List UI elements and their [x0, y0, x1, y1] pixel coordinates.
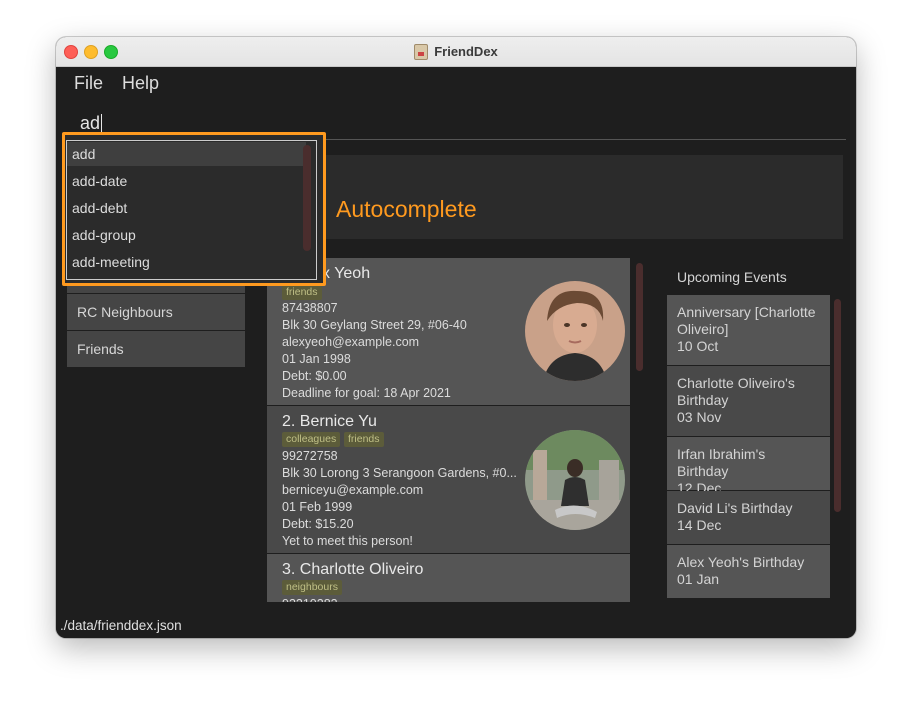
menu-file[interactable]: File	[74, 73, 103, 94]
person-name: 2. Bernice Yu	[282, 413, 377, 430]
autocomplete-item[interactable]: add-meeting	[67, 250, 306, 274]
command-input[interactable]: ad	[80, 113, 103, 134]
person-email: berniceyu@example.com	[282, 483, 424, 497]
result-message: Autocomplete	[336, 196, 477, 222]
person-note: Deadline for goal: 18 Apr 2021	[282, 386, 451, 400]
menu-bar: File Help	[56, 67, 856, 99]
event-name: Anniversary [Charlotte Oliveiro]	[677, 304, 816, 337]
text-caret	[101, 114, 103, 132]
title-bar: FriendDex	[56, 37, 856, 67]
group-item[interactable]: Friends	[67, 331, 245, 367]
event-date: 14 Dec	[677, 517, 722, 533]
person-list-scrollbar[interactable]	[636, 263, 643, 371]
event-item[interactable]: Irfan Ibrahim's Birthday 12 Dec	[667, 437, 830, 496]
person-phone: 99272758	[282, 449, 338, 463]
status-bar: ./data/frienddex.json	[56, 613, 856, 638]
person-birthday: 01 Feb 1999	[282, 500, 353, 514]
autocomplete-item[interactable]: add-debt	[67, 196, 306, 220]
autocomplete-popup: add add-date add-debt add-group add-meet…	[66, 140, 317, 280]
app-window: FriendDex File Help ad Autocomplete RC C…	[56, 37, 856, 638]
events-scrollbar[interactable]	[834, 299, 841, 512]
person-address: Blk 30 Lorong 3 Serangoon Gardens, #0...	[282, 466, 517, 480]
event-item[interactable]: David Li's Birthday 14 Dec	[667, 491, 830, 544]
autocomplete-item[interactable]: add-group	[67, 223, 306, 247]
event-name: Charlotte Oliveiro's Birthday	[677, 375, 795, 408]
event-name: Alex Yeoh's Birthday	[677, 554, 805, 570]
event-item[interactable]: Anniversary [Charlotte Oliveiro] 10 Oct	[667, 295, 830, 365]
person-card[interactable]: 3. Charlotte Oliveiro neighbours 9321028…	[267, 554, 630, 602]
person-address: Blk 30 Geylang Street 29, #06-40	[282, 318, 467, 332]
autocomplete-item[interactable]: add-date	[67, 169, 306, 193]
person-tag: friends	[282, 285, 322, 300]
event-item[interactable]: Charlotte Oliveiro's Birthday 03 Nov	[667, 366, 830, 436]
event-date: 01 Jan	[677, 571, 720, 587]
avatar	[525, 281, 625, 381]
autocomplete-item[interactable]: add	[67, 142, 306, 166]
command-input-value: ad	[80, 113, 101, 133]
person-card[interactable]: 2. Bernice Yu colleagues friends 9927275…	[267, 406, 630, 553]
person-tag: neighbours	[282, 580, 342, 595]
event-name: Irfan Ibrahim's Birthday	[677, 446, 766, 479]
events-title: Upcoming Events	[677, 269, 787, 285]
person-birthday: 01 Jan 1998	[282, 352, 351, 366]
person-email: alexyeoh@example.com	[282, 335, 420, 349]
window-title: FriendDex	[434, 44, 498, 59]
event-date: 03 Nov	[677, 409, 722, 425]
data-file-path: ./data/frienddex.json	[60, 618, 182, 633]
event-name: David Li's Birthday	[677, 500, 793, 516]
person-tag: friends	[344, 432, 384, 447]
menu-help[interactable]: Help	[122, 73, 159, 94]
person-tag: colleagues	[282, 432, 341, 447]
result-display: Autocomplete	[326, 155, 843, 239]
events-list: Anniversary [Charlotte Oliveiro] 10 Oct …	[667, 295, 830, 601]
book-icon	[414, 43, 429, 60]
group-item[interactable]: RC Neighbours	[67, 294, 245, 330]
person-debt: Debt: $0.00	[282, 369, 347, 383]
event-date: 10 Oct	[677, 338, 719, 354]
person-name: 3. Charlotte Oliveiro	[282, 561, 424, 578]
avatar	[525, 430, 625, 530]
person-list: 1. Alex Yeoh friends 87438807 Blk 30 Gey…	[267, 258, 630, 602]
person-phone: 87438807	[282, 301, 338, 315]
person-note: Yet to meet this person!	[282, 534, 413, 548]
autocomplete-scrollbar[interactable]	[303, 145, 311, 251]
person-phone: 93210283	[282, 597, 338, 602]
event-item[interactable]: Alex Yeoh's Birthday 01 Jan	[667, 545, 830, 598]
person-debt: Debt: $15.20	[282, 517, 354, 531]
